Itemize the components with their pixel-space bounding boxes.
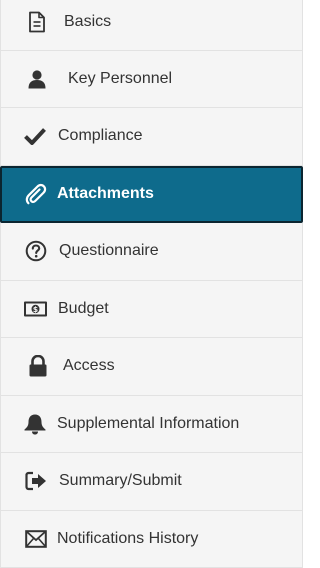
sidebar-nav: Basics Key Personnel Compliance Attachme… — [0, 0, 303, 568]
envelope-icon — [25, 528, 47, 550]
sidebar-item-summary-submit[interactable]: Summary/Submit — [0, 453, 303, 511]
checkmark-icon — [24, 125, 46, 147]
sidebar-item-label: Basics — [64, 13, 111, 31]
sidebar-item-compliance[interactable]: Compliance — [0, 108, 303, 166]
sidebar-item-label: Compliance — [58, 127, 142, 145]
sidebar-item-basics[interactable]: Basics — [0, 0, 303, 51]
sidebar-item-questionnaire[interactable]: Questionnaire — [0, 223, 303, 281]
sidebar-item-label: Key Personnel — [68, 70, 172, 88]
sidebar-item-label: Attachments — [57, 185, 154, 203]
question-circle-icon — [25, 240, 47, 262]
sidebar-item-key-personnel[interactable]: Key Personnel — [0, 51, 303, 109]
sidebar-item-label: Summary/Submit — [59, 472, 182, 490]
sidebar-item-label: Supplemental Information — [57, 415, 239, 433]
sidebar-item-budget[interactable]: $ Budget — [0, 281, 303, 339]
paperclip-icon — [25, 183, 47, 205]
sidebar-item-label: Questionnaire — [59, 242, 159, 260]
sidebar-item-supplemental-information[interactable]: Supplemental Information — [0, 396, 303, 454]
lock-icon — [27, 355, 49, 377]
user-icon — [26, 68, 48, 90]
sidebar-item-label: Access — [63, 357, 115, 375]
sidebar-item-notifications-history[interactable]: Notifications History — [0, 511, 303, 568]
sign-out-icon — [25, 470, 47, 492]
document-icon — [26, 11, 48, 33]
sidebar-item-access[interactable]: Access — [0, 338, 303, 396]
bell-icon — [23, 413, 47, 435]
svg-text:$: $ — [33, 305, 38, 314]
sidebar-item-label: Notifications History — [57, 530, 198, 548]
money-icon: $ — [23, 298, 48, 320]
sidebar-item-label: Budget — [58, 300, 109, 318]
sidebar-item-attachments[interactable]: Attachments — [0, 166, 303, 224]
